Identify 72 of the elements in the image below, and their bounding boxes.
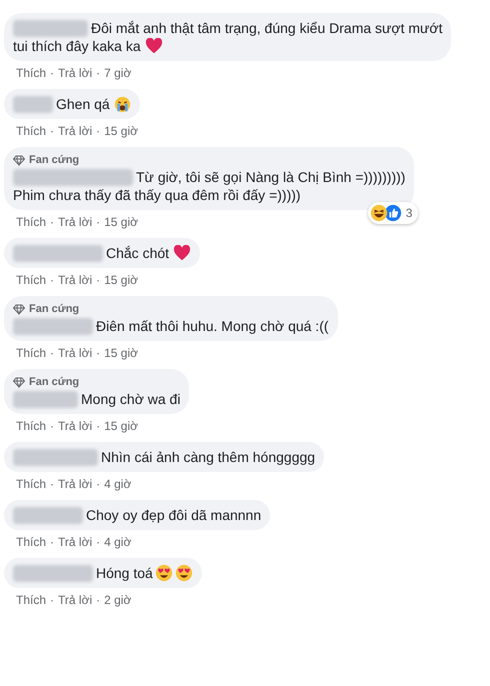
comment-text: Hóng toá xyxy=(96,564,153,582)
reply-link[interactable]: Trả lời xyxy=(58,124,92,139)
like-link[interactable]: Thích xyxy=(16,593,46,608)
separator-dot: · xyxy=(96,273,100,288)
like-link[interactable]: Thích xyxy=(16,535,46,550)
comment-time[interactable]: 7 giờ xyxy=(104,66,132,81)
heart-icon xyxy=(173,245,192,261)
separator-dot: · xyxy=(50,477,54,492)
like-link[interactable]: Thích xyxy=(16,66,46,81)
separator-dot: · xyxy=(96,346,100,361)
heart-eyes-face-icon xyxy=(174,564,193,582)
like-link[interactable]: Thích xyxy=(16,273,46,288)
separator-dot: · xyxy=(50,215,54,230)
separator-dot: · xyxy=(50,273,54,288)
separator-dot: · xyxy=(50,535,54,550)
like-link[interactable]: Thích xyxy=(16,346,46,361)
separator-dot: · xyxy=(96,215,100,230)
crying-face-icon xyxy=(114,96,131,112)
fan-badge-label: Fan cứng xyxy=(29,153,80,167)
separator-dot: · xyxy=(96,477,100,492)
heart-icon xyxy=(144,38,163,54)
comment-text: Từ giờ, tôi sẽ gọi Nàng là Chị Bình =))))))))) xyxy=(136,168,406,186)
diamond-icon xyxy=(13,304,25,314)
separator-dot: · xyxy=(50,66,54,81)
comment-time[interactable]: 4 giờ xyxy=(104,477,132,492)
reply-link[interactable]: Trả lời xyxy=(58,535,92,550)
diamond-icon xyxy=(13,154,25,166)
separator-dot: · xyxy=(96,124,100,139)
reply-link[interactable]: Trả lời xyxy=(58,477,92,492)
reply-link[interactable]: Trả lời xyxy=(58,66,92,81)
blurred-name xyxy=(13,96,53,112)
reply-link[interactable]: Trả lời xyxy=(58,346,92,361)
laughing-face-icon xyxy=(370,204,388,222)
separator-dot: · xyxy=(50,124,54,139)
comment-text: Đôi mắt anh thật tâm trạng, đúng kiểu Drama sượt mướt xyxy=(91,19,442,37)
comment-time[interactable]: 15 giờ xyxy=(104,419,138,434)
comment-text: tui thích đây kaka ka xyxy=(13,37,141,55)
separator-dot: · xyxy=(96,419,100,434)
separator-dot: · xyxy=(50,419,54,434)
like-link[interactable]: Thích xyxy=(16,215,46,230)
heart-eyes-face-icon xyxy=(154,564,173,582)
separator-dot: · xyxy=(96,593,100,608)
separator-dot: · xyxy=(50,346,54,361)
like-link[interactable]: Thích xyxy=(16,419,46,434)
comment-text: Mong chờ wa đi xyxy=(81,390,180,408)
reaction-count: 3 xyxy=(406,205,412,222)
blurred-name xyxy=(13,390,78,408)
comment-time[interactable]: 2 giờ xyxy=(104,593,132,608)
fan-badge-label: Fan cứng xyxy=(29,302,80,316)
like-link[interactable]: Thích xyxy=(16,124,46,139)
separator-dot: · xyxy=(50,593,54,608)
reply-link[interactable]: Trả lời xyxy=(58,593,92,608)
comment-time[interactable]: 4 giờ xyxy=(104,535,132,550)
comment-time[interactable]: 15 giờ xyxy=(104,215,138,230)
comment-text: Phim chưa thấy đã thấy qua đêm rồi đấy =))))) xyxy=(13,186,301,204)
reply-link[interactable]: Trả lời xyxy=(58,215,92,230)
comment-text: Chắc chót xyxy=(106,244,170,262)
comment-time[interactable]: 15 giờ xyxy=(104,273,138,288)
diamond-icon xyxy=(13,376,25,388)
blurred-name xyxy=(13,506,83,524)
separator-dot: · xyxy=(96,66,100,81)
reply-link[interactable]: Trả lời xyxy=(58,273,92,288)
comment-text: Điên mất thôi huhu. Mong chờ quá :(( xyxy=(96,317,329,335)
comment-time[interactable]: 15 giờ xyxy=(104,124,138,139)
comment-time[interactable]: 15 giờ xyxy=(104,346,138,361)
comment-text: Nhìn cái ảnh càng thêm hónggggg xyxy=(101,448,316,466)
comment-text: Ghen qá xyxy=(56,95,110,113)
fan-badge-label: Fan cứng xyxy=(29,375,80,389)
like-link[interactable]: Thích xyxy=(16,477,46,492)
reply-link[interactable]: Trả lời xyxy=(58,419,92,434)
separator-dot: · xyxy=(96,535,100,550)
comment-text: Choy oy đẹp đôi dã mannnn xyxy=(86,506,262,524)
